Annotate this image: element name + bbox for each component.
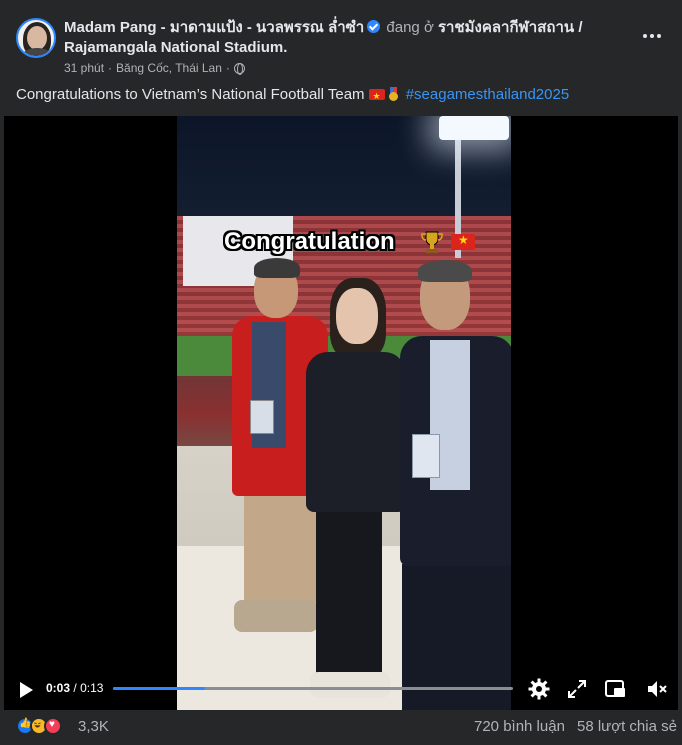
post-location[interactable]: Băng Cốc, Thái Lan: [116, 61, 222, 75]
fullscreen-icon[interactable]: [566, 678, 588, 700]
video-time: 0:03 / 0:13: [46, 681, 103, 695]
video-frame[interactable]: [177, 116, 511, 710]
post-footer: 3,3K 720 bình luận 58 lượt chia sẻ: [0, 710, 682, 745]
author-name[interactable]: Madam Pang - มาดามแป้ง - นวลพรรณ ล่ำซำ: [64, 19, 364, 36]
post-header: Madam Pang - มาดามแป้ง - นวลพรรณ ล่ำซำ đ…: [64, 18, 624, 58]
globe-icon[interactable]: [233, 62, 245, 75]
video-controls: 0:03 / 0:13: [4, 676, 678, 706]
avatar-body: [22, 48, 52, 56]
settings-icon[interactable]: [528, 678, 550, 700]
person-3-hair: [418, 260, 472, 282]
progress-bar[interactable]: [113, 687, 513, 690]
time-separator: /: [73, 681, 77, 695]
person-2-head: [336, 288, 378, 344]
current-time: 0:03: [46, 681, 71, 695]
checkin-prefix: đang ở: [386, 19, 434, 36]
person-2-jacket: [306, 352, 406, 512]
person-2-pants: [316, 508, 382, 678]
post-caption: Congratulations to Vietnam’s National Fo…: [16, 85, 569, 106]
avatar-face: [27, 26, 47, 50]
post-time[interactable]: 31 phút: [64, 61, 104, 75]
love-icon: [44, 717, 62, 735]
share-count[interactable]: 58 lượt chia sẻ: [577, 718, 677, 735]
post-meta: 31 phút · Băng Cốc, Thái Lan ·: [64, 61, 245, 75]
vietnam-flag-icon: [368, 86, 385, 106]
caption-text: Congratulations to Vietnam’s National Fo…: [16, 86, 365, 103]
picture-in-picture-icon[interactable]: [604, 678, 626, 700]
author-avatar[interactable]: [16, 18, 56, 58]
duration: 0:13: [80, 681, 104, 695]
volume-muted-icon[interactable]: [646, 678, 668, 700]
play-icon[interactable]: [20, 682, 33, 698]
floodlight: [439, 116, 509, 140]
video-overlay-caption: Congratulation: [224, 228, 395, 255]
meta-separator-2: ·: [225, 61, 230, 75]
checkin-place-thai[interactable]: ราชมังคลากีฬาสถาน /: [438, 19, 583, 36]
verified-badge-icon: [367, 20, 381, 33]
person-1-shoes: [234, 600, 318, 632]
reaction-icons[interactable]: [16, 717, 62, 735]
reaction-count[interactable]: 3,3K: [78, 718, 109, 735]
trophy-icon: [421, 231, 443, 253]
meta-separator: ·: [108, 61, 113, 75]
person-1-lanyard-badge: [250, 400, 274, 434]
video-player[interactable]: Congratulation: [4, 116, 678, 710]
hashtag-link[interactable]: #seagamesthailand2025: [406, 86, 569, 103]
person-3-vip-badge: [412, 434, 440, 478]
vietnam-flag-overlay-icon: [451, 233, 475, 250]
checkin-place-english[interactable]: Rajamangala National Stadium.: [64, 39, 287, 56]
more-options-icon[interactable]: [640, 26, 664, 46]
comment-count[interactable]: 720 bình luận: [474, 718, 565, 735]
progress-fill: [113, 687, 205, 690]
person-1-hair: [254, 258, 300, 278]
gold-medal-icon: [388, 87, 399, 101]
